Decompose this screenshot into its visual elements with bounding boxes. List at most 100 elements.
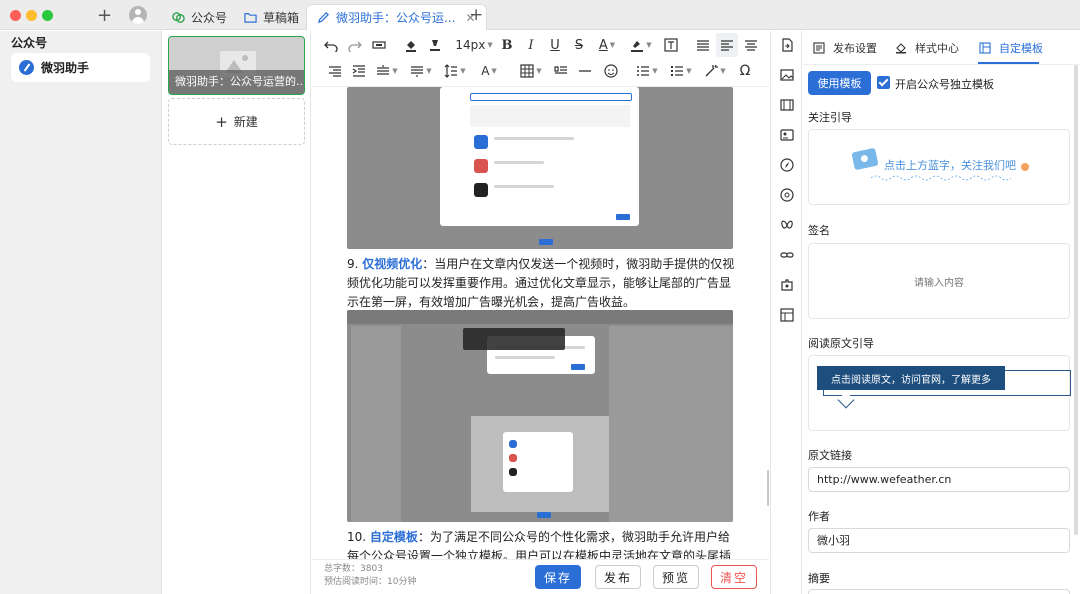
title-bar: + 公众号 草稿箱 微羽助手：公众号运... ✕ + — [0, 0, 1080, 30]
paint-icon — [896, 43, 906, 54]
sidebar-item-weiyu[interactable]: 微羽助手 — [11, 53, 150, 82]
indent-icon[interactable] — [350, 61, 368, 81]
paragraph-video-optimization: 9. 仅视频优化：当用户在文章内仅发送一个视频时，微羽助手提供的仅视频优化功能可… — [347, 255, 737, 312]
independent-template-label: 开启公众号独立模板 — [895, 78, 994, 91]
underline-button[interactable]: U — [546, 35, 564, 55]
butterfly-icon[interactable] — [780, 218, 794, 232]
letter-spacing-select[interactable]: A ▼ — [476, 61, 502, 81]
tab-custom-template[interactable]: 自定模板 — [979, 40, 1043, 56]
active-tab-indicator — [978, 62, 1039, 64]
chevron-down-icon: ▼ — [720, 67, 726, 75]
chevron-down-icon: ▼ — [609, 41, 616, 49]
layout-icon[interactable] — [780, 308, 794, 322]
new-tab-icon[interactable]: + — [469, 5, 483, 25]
font-size-select[interactable]: 14px ▼ — [455, 35, 492, 55]
follow-guide-preview[interactable]: 点击上方蓝字，关注我们吧 — [808, 129, 1070, 205]
magic-tools-select[interactable]: ▼ — [702, 61, 728, 81]
line-height-select[interactable]: ▼ — [442, 61, 468, 81]
format-painter-icon[interactable] — [370, 35, 388, 55]
tab-label: 自定模板 — [999, 42, 1043, 55]
align-right-icon[interactable] — [326, 61, 344, 81]
maximize-window-button[interactable] — [42, 10, 53, 21]
spacing-before-icon — [377, 65, 390, 75]
new-document-label: 新建 — [233, 115, 258, 129]
tab-official-accounts[interactable]: 公众号 — [172, 4, 227, 30]
author-input[interactable]: 微小羽 — [808, 528, 1070, 553]
bullet-list-select[interactable]: ▼ — [668, 61, 694, 81]
divider-icon[interactable] — [576, 61, 594, 81]
stats: 总字数：3803 预估阅读时间：10分钟 — [324, 563, 416, 589]
ordered-list-icon — [637, 66, 650, 76]
link-icon[interactable] — [780, 248, 794, 262]
text-box-icon[interactable] — [662, 35, 680, 55]
new-document-button[interactable]: + 新建 — [168, 98, 305, 145]
bold-button[interactable]: B — [498, 35, 516, 55]
publish-button[interactable]: 发布 — [595, 565, 641, 589]
save-button[interactable]: 保存 — [535, 565, 581, 589]
plugin-icon[interactable] — [780, 278, 794, 292]
quote-icon[interactable] — [552, 61, 570, 81]
editor-content[interactable]: 9. 仅视频优化：当用户在文章内仅发送一个视频时，微羽助手提供的仅视频优化功能可… — [312, 87, 769, 559]
panel-scrollbar[interactable] — [1074, 65, 1078, 535]
image-icon[interactable] — [780, 68, 794, 82]
bullet-list-icon — [671, 66, 684, 76]
chevron-down-icon: ▼ — [392, 67, 398, 75]
align-left-icon[interactable] — [716, 33, 738, 57]
original-link-input[interactable]: http://www.wefeather.cn — [808, 467, 1070, 492]
follow-guide-text: 点击上方蓝字，关注我们吧 — [884, 159, 1016, 172]
font-size-value: 14px — [455, 38, 486, 52]
undo-icon[interactable] — [322, 35, 340, 55]
signature-placeholder: 请输入内容 — [914, 278, 964, 289]
emoji-icon[interactable] — [602, 61, 620, 81]
table-select[interactable]: ▼ — [518, 61, 544, 81]
highlight-select[interactable]: ▼ — [628, 35, 654, 55]
tab-publish-settings[interactable]: 发布设置 — [813, 40, 877, 56]
editor-footer: 总字数：3803 预估阅读时间：10分钟 保存 发布 预览 清空 — [312, 559, 769, 594]
redo-icon[interactable] — [346, 35, 364, 55]
line-height-icon — [444, 64, 458, 78]
chevron-down-icon: ▼ — [646, 41, 652, 49]
signature-input[interactable]: 请输入内容 — [808, 243, 1070, 319]
align-justify-icon[interactable] — [694, 35, 712, 55]
compass-icon[interactable] — [780, 158, 794, 172]
ordered-list-select[interactable]: ▼ — [634, 61, 660, 81]
tab-drafts[interactable]: 草稿箱 — [244, 4, 299, 30]
tab-current-article[interactable]: 微羽助手：公众号运... ✕ — [306, 4, 487, 30]
read-original-label: 阅读原文引导 — [808, 337, 874, 350]
preview-button[interactable]: 预览 — [653, 565, 699, 589]
add-account-icon[interactable]: + — [97, 5, 112, 26]
summary-input[interactable] — [808, 589, 1070, 594]
paragraph-spacing-before-select[interactable]: ▼ — [374, 61, 400, 81]
paragraph-custom-template: 10. 自定模板：为了满足不同公众号的个性化需求，微羽助手允许用户给每个公众号设… — [347, 528, 737, 559]
align-center-icon[interactable] — [742, 35, 760, 55]
paragraph-spacing-after-select[interactable]: ▼ — [408, 61, 434, 81]
sidebar: 公众号 微羽助手 — [0, 31, 162, 594]
strikethrough-button[interactable]: S — [570, 35, 588, 55]
wave-decoration-icon — [871, 175, 1011, 181]
tab-style-center[interactable]: 样式中心 — [895, 40, 959, 56]
independent-template-checkbox[interactable] — [877, 76, 890, 89]
settings-icon — [813, 42, 825, 54]
minimize-window-button[interactable] — [26, 10, 37, 21]
use-template-button[interactable]: 使用模板 — [808, 71, 871, 95]
music-icon[interactable] — [780, 188, 794, 202]
close-window-button[interactable] — [10, 10, 21, 21]
video-icon[interactable] — [780, 98, 794, 112]
special-characters-icon[interactable]: Ω — [736, 61, 754, 81]
paragraph-number: 10. — [347, 530, 367, 544]
user-avatar[interactable] — [129, 6, 147, 24]
export-document-icon[interactable] — [780, 38, 794, 52]
document-title: 微羽助手：公众号运营的... — [169, 70, 304, 94]
document-card[interactable]: 微羽助手：公众号运营的... — [168, 36, 305, 95]
italic-button[interactable]: I — [522, 35, 540, 55]
fill-color-icon[interactable] — [402, 35, 420, 55]
clear-format-icon[interactable] — [426, 35, 444, 55]
word-count: 总字数：3803 — [324, 564, 383, 574]
read-original-preview[interactable]: 点击阅读原文，访问官网，了解更多 — [808, 355, 1071, 431]
clear-button[interactable]: 清空 — [711, 565, 757, 589]
editor-scrollbar[interactable] — [767, 470, 769, 506]
font-color-select[interactable]: A ▼ — [594, 35, 620, 55]
tab-label: 微羽助手：公众号运... — [336, 11, 456, 25]
card-icon[interactable] — [780, 128, 794, 142]
table-icon — [520, 64, 534, 78]
